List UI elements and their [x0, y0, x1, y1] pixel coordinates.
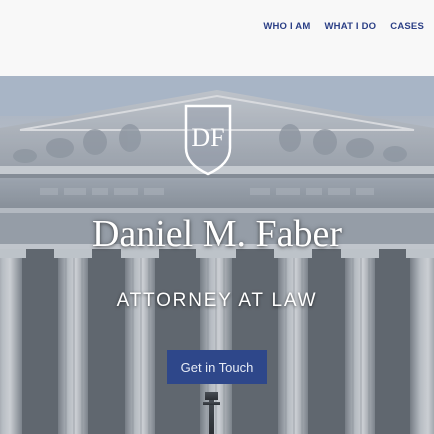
attorney-subtitle: ATTORNEY AT LAW — [116, 290, 318, 311]
attorney-name-heading: Daniel M. Faber — [91, 213, 343, 255]
logo-monogram: DF — [191, 123, 224, 152]
get-in-touch-button[interactable]: Get in Touch — [167, 350, 267, 384]
nav-link-cases[interactable]: CASES — [390, 21, 424, 32]
nav-links: WHO I AM WHAT I DO CASES — [263, 21, 424, 32]
top-navigation-bar: WHO I AM WHAT I DO CASES — [0, 0, 434, 76]
df-monogram-shield-logo: DF — [184, 104, 232, 176]
nav-link-who-i-am[interactable]: WHO I AM — [263, 21, 310, 32]
nav-link-what-i-do[interactable]: WHAT I DO — [325, 21, 377, 32]
